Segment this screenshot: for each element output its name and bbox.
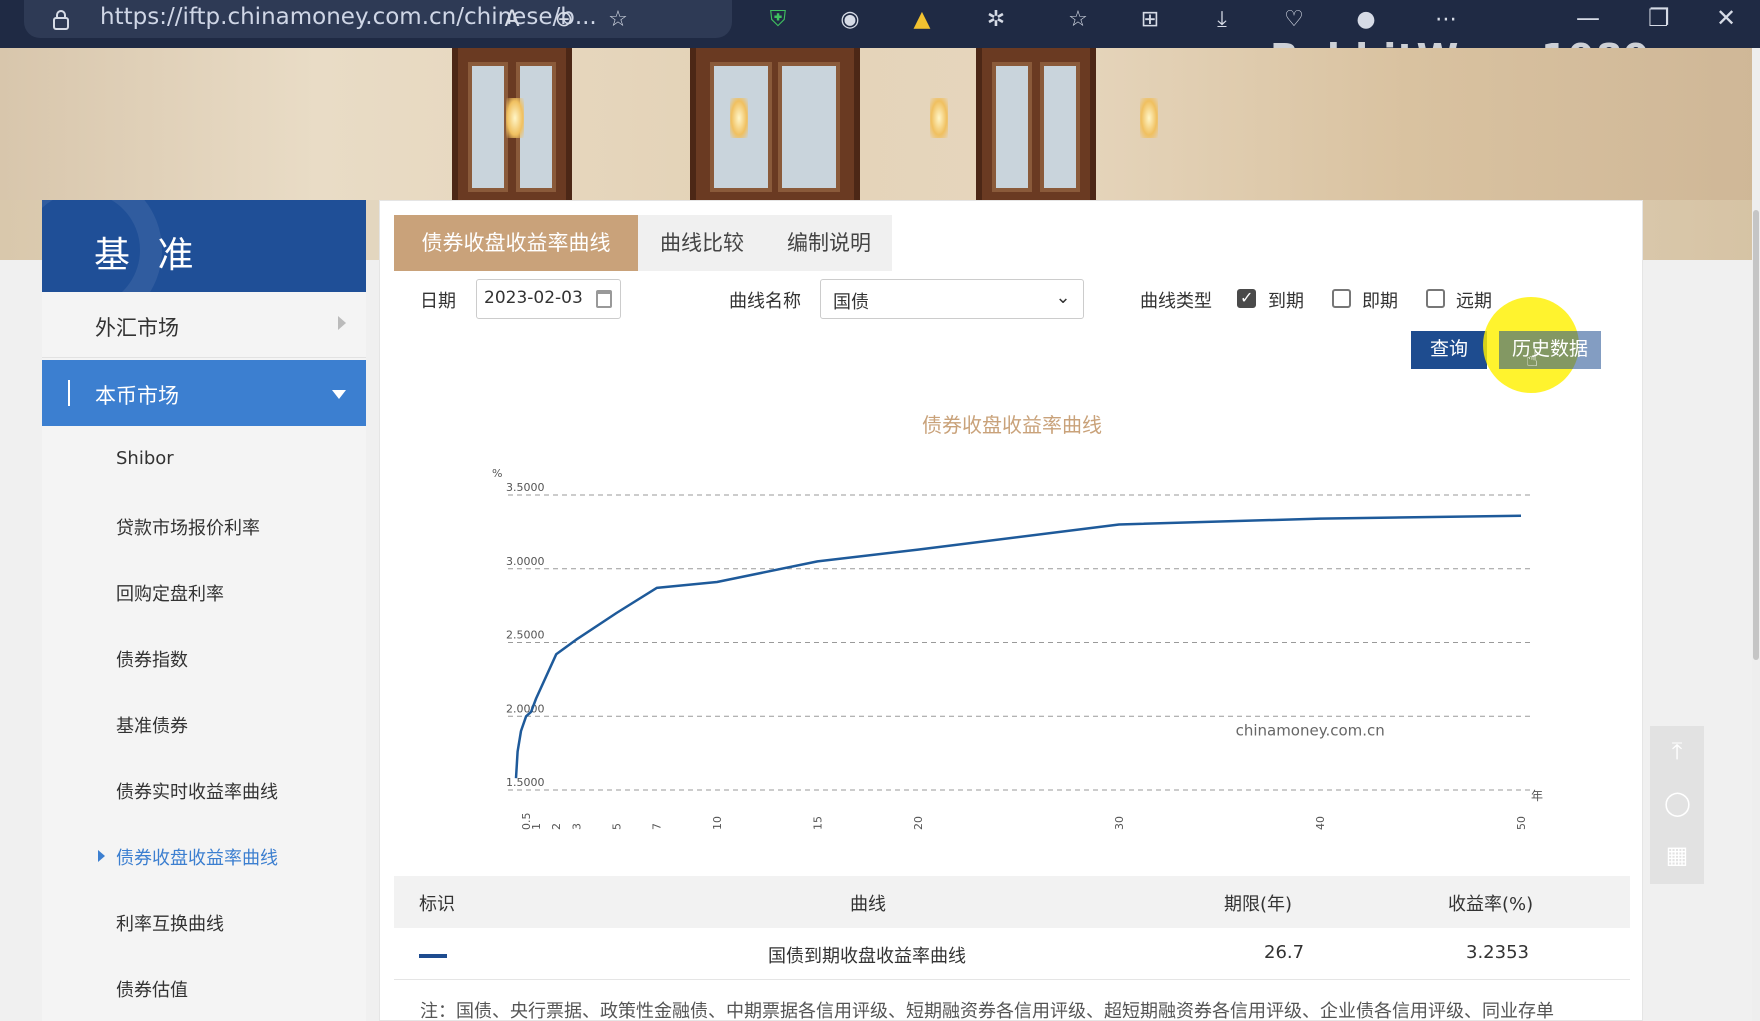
page-scrollbar[interactable] [1752,48,1760,1021]
qr-code-icon[interactable]: ▦ [1664,842,1690,868]
x-tick-label: 10 [711,816,724,830]
x-tick-label: 7 [651,823,664,830]
favorites-icon[interactable]: ☆ [1064,6,1092,34]
header-curve: 曲线 [850,894,886,915]
sidebar-subitem-benchmark-bond[interactable]: 基准债券 [42,690,366,756]
sidebar: 基 准 外汇市场 本币市场 Shibor 贷款市场报价利率 回购定盘利率 债券指… [42,200,366,1021]
subitem-label: Shibor [116,448,174,469]
row-curve: 国债到期收盘收益率曲线 [768,946,966,967]
lock-icon [53,10,69,30]
active-marker [68,380,70,406]
row-yield: 3.2353 [1466,942,1529,963]
minimize-icon[interactable]: — [1576,4,1600,32]
chart-watermark: chinamoney.com.cn [1236,721,1385,739]
scrollbar-thumb[interactable] [1753,210,1759,660]
chevron-right-icon [338,316,346,330]
more-menu-icon[interactable]: ⋯ [1432,6,1460,34]
x-tick-label: 40 [1314,816,1327,830]
warning-extension-icon[interactable]: ▲ [908,6,936,34]
subitem-label: 利率互换曲线 [116,914,224,935]
yield-curve-chart: %1.50002.00002.50003.00003.50000.51 2 3 5 7 1… [492,467,1543,830]
download-icon[interactable]: ⤓ [1208,6,1236,34]
header-yield: 收益率(%) [1448,894,1534,915]
y-tick-label: 3.0000 [506,555,545,568]
header-term: 期限(年) [1224,894,1293,915]
sidebar-subitem-shibor[interactable]: Shibor [42,426,366,492]
current-marker-icon [98,850,105,862]
x-tick-label: 2 [550,823,563,830]
main-panel: 债券收盘收益率曲线 曲线比较 编制说明 日期 2023-02-03 曲线名称 国… [379,200,1643,1021]
subitem-label: 贷款市场报价利率 [116,518,260,539]
subitem-label: 回购定盘利率 [116,584,224,605]
sidebar-subitem-repo-fixing[interactable]: 回购定盘利率 [42,558,366,624]
sidebar-subitem-realtime-curve[interactable]: 债券实时收益率曲线 [42,756,366,822]
owl-extension-icon[interactable]: ◉ [836,6,864,34]
zoom-out-icon[interactable]: ⊖ [550,6,578,34]
series-swatch [419,954,447,958]
subitem-label: 基准债券 [116,716,188,737]
y-tick-label: 1.5000 [506,776,545,789]
close-icon[interactable]: ✕ [1716,4,1736,32]
back-to-top-icon[interactable]: ⤒ [1664,738,1690,764]
extensions-icon[interactable]: ✲ [982,6,1010,34]
x-tick-label: 15 [812,816,825,830]
legend-table-row: 国债到期收盘收益率曲线 26.7 3.2353 [394,928,1630,980]
sidebar-item-forex[interactable]: 外汇市场 [42,292,366,358]
sidebar-subitem-bond-valuation[interactable]: 债券估值 [42,954,366,1020]
x-tick-label: 20 [912,816,925,830]
chat-icon[interactable]: ◯ [1664,790,1691,816]
footnote: 注：国债、央行票据、政策性金融债、中期票据各信用评级、短期融资券各信用评级、超短… [420,1001,1554,1021]
y-tick-label: 2.0000 [506,702,545,715]
performance-icon[interactable]: ♡ [1280,6,1308,34]
subitem-label: 债券收盘收益率曲线 [116,848,278,869]
sidebar-item-rmb-market[interactable]: 本币市场 [42,360,366,426]
sidebar-header: 基 准 [42,200,366,292]
hero-banner [0,48,1760,200]
x-tick-label: 30 [1113,816,1126,830]
chevron-down-icon [332,390,346,399]
read-aloud-icon[interactable]: A [498,6,526,34]
floating-toolbar: ⤒ ◯ ▦ [1650,726,1704,884]
y-tick-label: 2.5000 [506,629,545,642]
x-tick-label: 1 [530,823,543,830]
sidebar-subitem-irs-curve[interactable]: 利率互换曲线 [42,888,366,954]
row-term: 26.7 [1264,942,1305,963]
sidebar-subitem-lpr[interactable]: 贷款市场报价利率 [42,492,366,558]
subitem-label: 债券指数 [116,650,188,671]
sidebar-item-label: 本币市场 [95,384,179,408]
subitem-label: 债券估值 [116,980,188,1001]
address-bar[interactable]: https://iftp.chinamoney.com.cn/chinese/b… [24,0,732,38]
sidebar-subitem-bond-index[interactable]: 债券指数 [42,624,366,690]
x-tick-label: 50 [1515,816,1528,830]
sidebar-subitem-closing-curve[interactable]: 债券收盘收益率曲线 [42,822,366,888]
x-tick-label: 3 [570,823,583,830]
x-axis-label: 年 [1531,789,1543,803]
restore-icon[interactable]: ❐ [1648,4,1670,32]
header-marker: 标识 [419,894,455,915]
sidebar-title: 基 准 [94,235,202,276]
y-axis-label: % [492,467,502,480]
y-tick-label: 3.5000 [506,481,545,494]
legend-table-header: 标识 曲线 期限(年) 收益率(%) [394,876,1630,928]
add-favorite-icon[interactable]: ☆ [604,6,632,34]
shield-extension-icon[interactable]: ⛨ [764,6,792,34]
x-tick-label: 5 [611,823,624,830]
subitem-label: 债券实时收益率曲线 [116,782,278,803]
collections-icon[interactable]: ⊞ [1136,6,1164,34]
profile-icon[interactable]: ● [1352,6,1380,34]
sidebar-item-label: 外汇市场 [95,316,179,340]
